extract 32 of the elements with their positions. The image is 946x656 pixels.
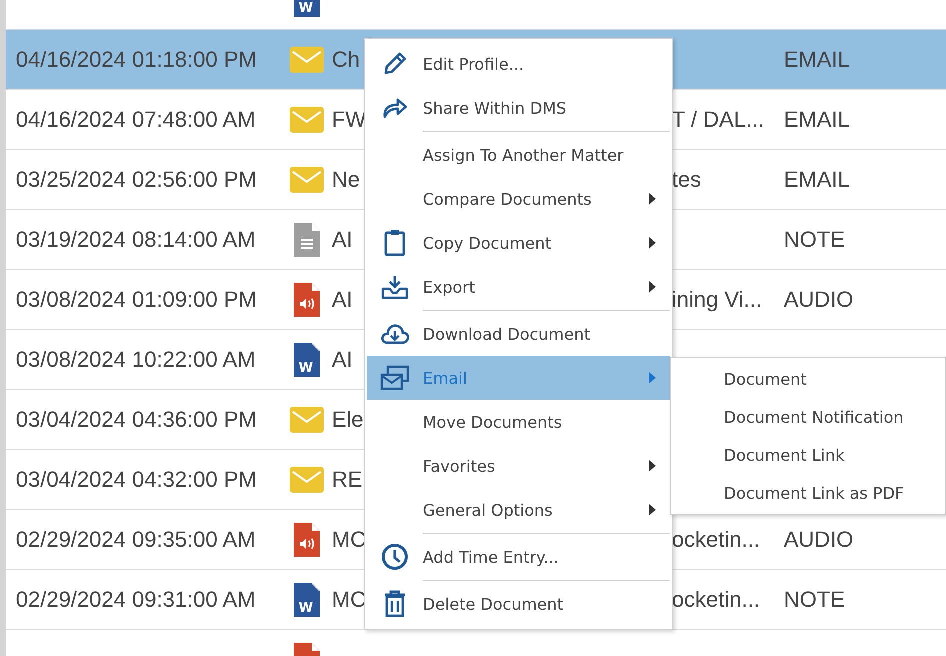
type-cell: EMAIL xyxy=(784,106,850,132)
date-cell-text: 03/19/2024 08:14:00 AM xyxy=(15,226,257,252)
name-cell: AI xyxy=(332,226,353,252)
type-cell: AUDIO xyxy=(784,286,854,312)
name-cell: Ch xyxy=(332,46,360,72)
date-cell-text: 02/29/2024 09:35:00 AM xyxy=(15,526,257,552)
name-cell: RE xyxy=(332,466,363,492)
type-cell: EMAIL xyxy=(784,46,850,72)
date-cell-text: 03/25/2024 02:56:00 PM xyxy=(15,166,258,192)
type-cell: AUDIO xyxy=(784,526,854,552)
date-cell-text: 03/08/2024 01:09:00 PM xyxy=(15,286,258,312)
name-cell: MC xyxy=(332,586,366,612)
name-cell: ocketin... xyxy=(672,586,760,612)
date-cell-text: 03/04/2024 04:32:00 PM xyxy=(15,466,258,492)
name-cell: ocketin... xyxy=(672,526,760,552)
type-cell: NOTE xyxy=(784,586,846,612)
name-cell: tes xyxy=(672,166,702,192)
name-cell: T / DAL... xyxy=(672,106,765,132)
date-cell-text: 04/16/2024 01:18:00 PM xyxy=(15,46,258,72)
date-cell-text: 03/04/2024 04:36:00 PM xyxy=(15,406,258,432)
type-cell: NOTE xyxy=(784,226,846,252)
date-cell-text: 03/08/2024 10:22:00 AM xyxy=(15,346,257,372)
date-cell-text: 04/16/2024 07:48:00 AM xyxy=(15,106,257,132)
name-cell: Ele xyxy=(332,406,364,432)
name-cell: ining Vi... xyxy=(672,286,762,312)
date-cell-text: 02/29/2024 09:31:00 AM xyxy=(15,586,257,612)
type-cell: EMAIL xyxy=(784,166,850,192)
name-cell: FW xyxy=(332,106,366,132)
name-cell: AI xyxy=(332,286,353,312)
name-cell: AI xyxy=(332,346,353,372)
name-cell: Ne xyxy=(332,166,360,192)
name-cell: MC xyxy=(332,526,366,552)
